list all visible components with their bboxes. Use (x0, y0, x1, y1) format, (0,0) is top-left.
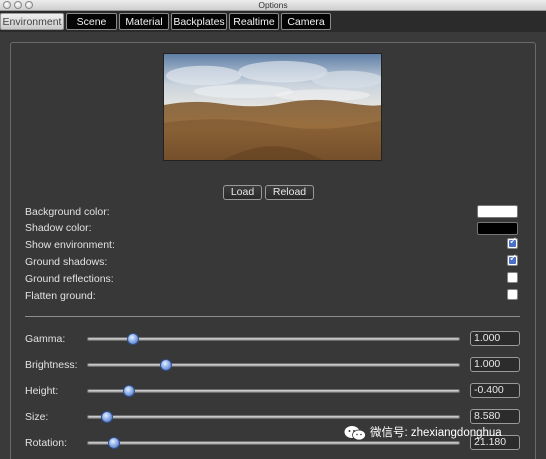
show-environment-checkbox[interactable] (507, 236, 518, 249)
tab-camera[interactable]: Camera (281, 13, 331, 30)
height-value-field[interactable]: -0.400 (470, 383, 520, 398)
height-slider[interactable] (87, 385, 460, 397)
gamma-value-field[interactable]: 1.000 (470, 331, 520, 346)
tab-environment[interactable]: Environment (0, 13, 64, 30)
tab-bar: Environment Scene Material Backplates Re… (0, 11, 546, 32)
ground-reflections-label: Ground reflections: (25, 273, 114, 285)
ground-reflections-checkbox[interactable] (507, 272, 518, 283)
watermark-text: 微信号: zhexiangdonghua (370, 427, 502, 439)
rotation-label: Rotation: (25, 437, 68, 449)
height-slider-thumb[interactable] (122, 385, 135, 397)
gamma-slider[interactable] (87, 333, 460, 345)
window-titlebar: Options (0, 0, 546, 11)
gamma-slider-thumb[interactable] (126, 333, 139, 345)
show-environment-label: Show environment: (25, 239, 115, 251)
brightness-slider-thumb[interactable] (159, 359, 172, 371)
shadow-color-swatch[interactable] (477, 222, 518, 235)
height-label: Height: (25, 385, 59, 397)
brightness-label: Brightness: (25, 359, 78, 371)
brightness-value-field[interactable]: 1.000 (470, 357, 520, 372)
flatten-ground-checkbox[interactable] (507, 289, 518, 300)
wechat-icon (344, 425, 366, 441)
flatten-ground-label: Flatten ground: (25, 290, 96, 302)
size-label: Size: (25, 411, 49, 423)
environment-preview-image (163, 53, 382, 161)
shadow-color-label: Shadow color: (25, 222, 92, 234)
gamma-label: Gamma: (25, 333, 66, 345)
size-slider[interactable] (87, 411, 460, 423)
tab-backplates[interactable]: Backplates (171, 13, 227, 30)
reload-button[interactable]: Reload (265, 185, 314, 200)
wechat-watermark: 微信号: zhexiangdonghua (344, 424, 502, 442)
window-title: Options (258, 0, 288, 10)
size-value-field[interactable]: 8.580 (470, 409, 520, 424)
rotation-slider-thumb[interactable] (107, 437, 120, 449)
background-color-label: Background color: (25, 206, 110, 218)
section-divider (25, 316, 520, 317)
brightness-slider[interactable] (87, 359, 460, 371)
load-button[interactable]: Load (223, 185, 262, 200)
ground-shadows-label: Ground shadows: (25, 256, 108, 268)
tab-realtime[interactable]: Realtime (229, 13, 279, 30)
ground-shadows-checkbox[interactable] (507, 253, 518, 266)
background-color-swatch[interactable] (477, 205, 518, 218)
tab-material[interactable]: Material (119, 13, 169, 30)
tab-scene[interactable]: Scene (66, 13, 117, 30)
size-slider-thumb[interactable] (100, 411, 113, 423)
